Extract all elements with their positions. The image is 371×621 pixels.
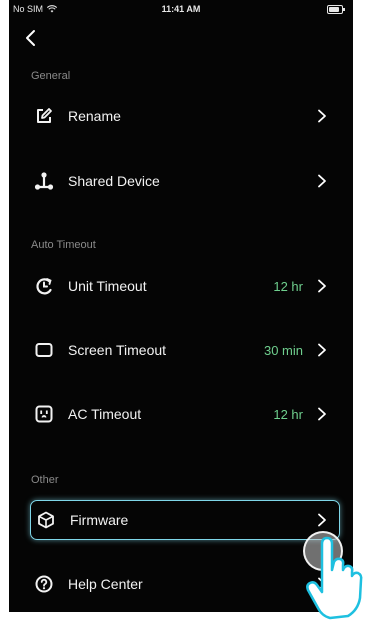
chevron-right-icon xyxy=(317,406,329,422)
status-time: 11:41 AM xyxy=(161,4,201,14)
cube-icon xyxy=(35,509,57,531)
unit-timeout-row[interactable]: Unit Timeout 12 hr xyxy=(29,266,339,306)
unit-timeout-label: Unit Timeout xyxy=(68,278,147,294)
chevron-left-icon xyxy=(26,30,35,46)
section-header-other: Other xyxy=(31,474,59,486)
outlet-icon xyxy=(33,403,55,425)
section-header-general: General xyxy=(31,70,71,82)
screen-icon xyxy=(33,339,55,361)
ac-timeout-label: AC Timeout xyxy=(68,406,142,422)
battery-icon xyxy=(327,5,345,14)
edit-icon xyxy=(33,105,55,127)
shared-device-label: Shared Device xyxy=(68,173,160,189)
unit-timeout-value: 12 hr xyxy=(273,278,303,294)
chevron-right-icon xyxy=(317,342,329,358)
chevron-right-icon xyxy=(317,278,329,294)
timer-icon xyxy=(33,275,55,297)
status-bar: No SIM 11:41 AM xyxy=(9,0,353,18)
settings-screen: No SIM 11:41 AM General Rename Shared De… xyxy=(9,0,353,612)
pointing-hand-icon xyxy=(306,536,363,620)
share-icon xyxy=(33,170,55,192)
screen-timeout-row[interactable]: Screen Timeout 30 min xyxy=(29,330,339,370)
firmware-label: Firmware xyxy=(70,512,129,528)
shared-device-row[interactable]: Shared Device xyxy=(29,161,339,201)
chevron-right-icon xyxy=(317,108,329,124)
ac-timeout-value: 12 hr xyxy=(273,406,303,422)
chevron-right-icon xyxy=(317,512,329,528)
section-header-auto-timeout: Auto Timeout xyxy=(31,239,96,251)
rename-row[interactable]: Rename xyxy=(29,96,339,136)
screen-timeout-label: Screen Timeout xyxy=(68,342,167,358)
rename-label: Rename xyxy=(68,108,121,124)
firmware-row[interactable]: Firmware xyxy=(30,500,340,540)
screen-timeout-value: 30 min xyxy=(263,342,303,358)
help-icon xyxy=(33,573,55,595)
help-center-label: Help Center xyxy=(68,576,143,592)
help-center-row[interactable]: Help Center xyxy=(29,564,339,604)
back-button[interactable] xyxy=(23,28,39,48)
ac-timeout-row[interactable]: AC Timeout 12 hr xyxy=(29,394,339,434)
chevron-right-icon xyxy=(317,173,329,189)
